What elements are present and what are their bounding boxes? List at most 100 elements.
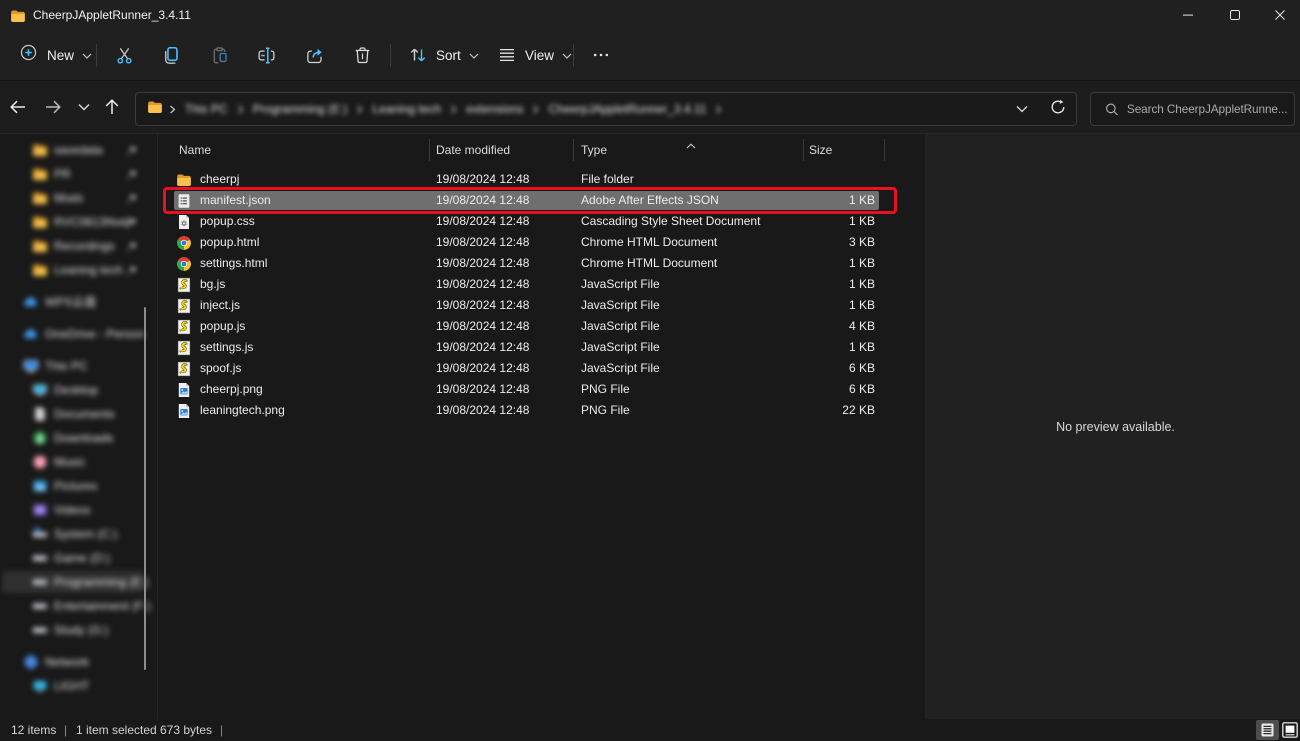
sidebar-item-label: Music	[54, 450, 85, 474]
column-header-date-modified[interactable]: Date modified	[436, 139, 510, 162]
breadcrumb-item[interactable]: This PC	[179, 102, 234, 116]
sidebar-item-label: LIGHT	[54, 674, 89, 698]
sort-button-label: Sort	[436, 48, 461, 63]
breadcrumb-chevron-icon	[447, 105, 460, 114]
sort-button[interactable]: Sort	[398, 36, 489, 74]
minimize-button[interactable]	[1165, 0, 1211, 30]
address-bar[interactable]: This PC Programming (E:) Leaning tech exten…	[135, 92, 1077, 126]
sidebar-item-label: Desktop	[54, 378, 98, 402]
file-row-settings-js[interactable]: settings.js19/08/2024 12:48JavaScript Fi…	[158, 337, 925, 358]
close-button[interactable]	[1259, 0, 1300, 30]
sidebar-item-label: Network	[45, 650, 89, 674]
folder-icon	[32, 238, 48, 254]
address-dropdown-chevron-icon[interactable]	[1016, 100, 1028, 118]
sidebar-item-rvc0813nvid[interactable]: RVC0813Nvid	[0, 210, 158, 234]
up-button[interactable]	[96, 91, 128, 123]
js-file-icon	[176, 340, 192, 356]
sidebar-item-entertainment-f[interactable]: Entertainment (F:)	[0, 594, 158, 618]
column-header-type[interactable]: Type	[581, 139, 607, 162]
sidebar-item-videos[interactable]: Videos	[0, 498, 158, 522]
refresh-icon[interactable]	[1050, 99, 1066, 120]
breadcrumb-item[interactable]: CheerpJAppletRunner_3.4.11	[542, 102, 712, 116]
maximize-button[interactable]	[1212, 0, 1258, 30]
cut-icon	[114, 45, 135, 66]
preview-message: No preview available.	[1056, 420, 1175, 434]
column-separator[interactable]	[429, 139, 430, 161]
breadcrumb-chevron-icon	[234, 105, 247, 114]
sidebar-item-study-g[interactable]: Study (G:)	[0, 618, 158, 642]
breadcrumb: This PC Programming (E:) Leaning tech exten…	[179, 102, 725, 116]
sidebar-scrollbar[interactable]	[144, 307, 146, 670]
file-date-modified: 19/08/2024 12:48	[436, 295, 529, 316]
sidebar-item-programming-e[interactable]: Programming (E:)	[0, 570, 158, 594]
breadcrumb-item[interactable]: extensions	[460, 102, 529, 116]
folder-icon	[32, 142, 48, 158]
sidebar-item-savedata[interactable]: savedata	[0, 138, 158, 162]
window-folder-icon	[10, 8, 26, 22]
cut-button[interactable]	[104, 36, 144, 74]
file-row-popup-css[interactable]: popup.css19/08/2024 12:48Cascading Style…	[158, 211, 925, 232]
file-size: 4 KB	[725, 316, 875, 337]
status-bar: 12 items | 1 item selected 673 bytes |	[0, 719, 1300, 741]
sidebar-item-desktop[interactable]: Desktop	[0, 378, 158, 402]
file-row-spoof-js[interactable]: spoof.js19/08/2024 12:48JavaScript File6…	[158, 358, 925, 379]
sidebar-item-leaning-tech[interactable]: Leaning tech	[0, 258, 158, 282]
rename-button[interactable]	[246, 36, 286, 74]
sidebar-item-game-d[interactable]: Game (D:)	[0, 546, 158, 570]
drive-icon	[32, 622, 48, 638]
column-separator[interactable]	[884, 139, 885, 161]
file-row-bg-js[interactable]: bg.js19/08/2024 12:48JavaScript File1 KB	[158, 274, 925, 295]
file-size: 6 KB	[725, 358, 875, 379]
sidebar-item-documents[interactable]: Documents	[0, 402, 158, 426]
new-button[interactable]: New	[8, 36, 102, 74]
back-button[interactable]	[2, 91, 34, 123]
folder-icon	[32, 166, 48, 182]
breadcrumb-item[interactable]: Programming (E:)	[247, 102, 354, 116]
file-row-settings-html[interactable]: settings.html19/08/2024 12:48Chrome HTML…	[158, 253, 925, 274]
details-view-toggle[interactable]	[1256, 720, 1279, 740]
file-rows: cheerpj19/08/2024 12:48File foldermanife…	[158, 169, 925, 421]
sidebar-item-pictures[interactable]: Pictures	[0, 474, 158, 498]
sidebar-item-this-pc[interactable]: This PC	[0, 354, 158, 378]
copy-button[interactable]	[151, 36, 191, 74]
sidebar-item-label: Downloads	[54, 426, 113, 450]
sidebar-item-mods[interactable]: Mods	[0, 186, 158, 210]
sidebar-item-wps[interactable]: WPS云盘	[0, 290, 158, 314]
png-file-icon	[176, 382, 192, 398]
view-button[interactable]: View	[487, 36, 582, 74]
sidebar-item-downloads[interactable]: Downloads	[0, 426, 158, 450]
delete-button[interactable]	[342, 36, 382, 74]
file-row-cheerpj-png[interactable]: cheerpj.png19/08/2024 12:48PNG File6 KB	[158, 379, 925, 400]
sidebar-item-system-c[interactable]: System (C:)	[0, 522, 158, 546]
file-name: popup.html	[200, 232, 259, 253]
share-button[interactable]	[294, 36, 334, 74]
sidebar-item-recordings[interactable]: Recordings	[0, 234, 158, 258]
column-separator[interactable]	[573, 139, 574, 161]
column-header-name[interactable]: Name	[179, 139, 211, 162]
sidebar-item-music[interactable]: Music	[0, 450, 158, 474]
file-row-inject-js[interactable]: inject.js19/08/2024 12:48JavaScript File…	[158, 295, 925, 316]
file-row-leaningtech-png[interactable]: leaningtech.png19/08/2024 12:48PNG File2…	[158, 400, 925, 421]
file-row-popup-html[interactable]: popup.html19/08/2024 12:48Chrome HTML Do…	[158, 232, 925, 253]
file-size: 1 KB	[725, 337, 875, 358]
column-separator[interactable]	[803, 139, 804, 161]
file-row-popup-js[interactable]: popup.js19/08/2024 12:48JavaScript File4…	[158, 316, 925, 337]
file-row-cheerpj[interactable]: cheerpj19/08/2024 12:48File folder	[158, 169, 925, 190]
large-icons-view-toggle[interactable]	[1281, 721, 1299, 739]
sidebar-item-pr[interactable]: PR	[0, 162, 158, 186]
search-box[interactable]	[1090, 92, 1295, 126]
search-input[interactable]	[1127, 102, 1294, 116]
forward-button[interactable]	[37, 91, 69, 123]
file-row-manifest-json[interactable]: manifest.json19/08/2024 12:48Adobe After…	[158, 190, 925, 211]
file-size	[725, 169, 875, 190]
breadcrumb-item[interactable]: Leaning tech	[366, 102, 447, 116]
sidebar-item-label: OneDrive - Person	[45, 322, 144, 346]
sidebar-item-light[interactable]: LIGHT	[0, 674, 158, 698]
column-header-size[interactable]: Size	[809, 139, 832, 162]
paste-button[interactable]	[199, 36, 239, 74]
sidebar-item-label: Entertainment (F:)	[54, 594, 151, 618]
sidebar-item-network[interactable]: Network	[0, 650, 158, 674]
pin-icon	[126, 192, 138, 204]
more-options-button[interactable]	[581, 36, 621, 74]
sidebar-item-onedrive-person[interactable]: OneDrive - Person	[0, 322, 158, 346]
